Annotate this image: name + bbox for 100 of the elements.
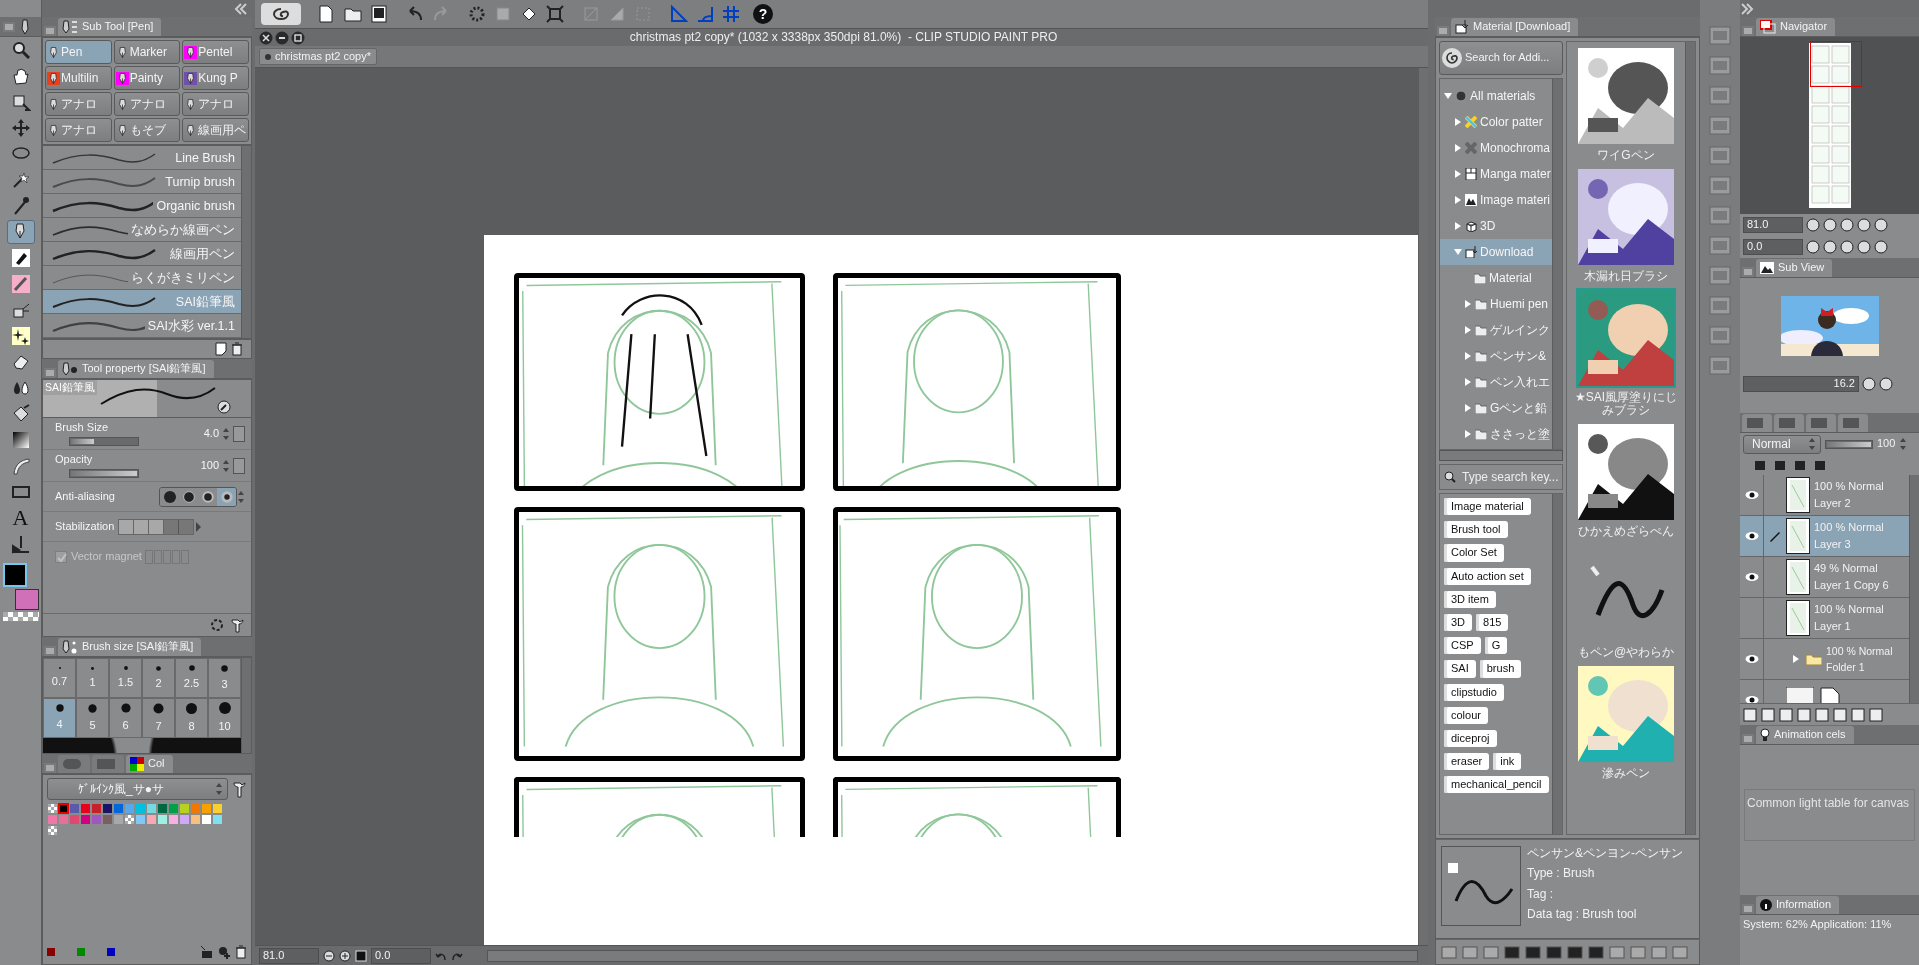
tag-button[interactable]: CSP	[1444, 637, 1481, 655]
sub-tool-button[interactable]: 線画用ペ	[182, 118, 249, 142]
sub-tool-button[interactable]: アナロ	[182, 92, 249, 116]
tag-button[interactable]: diceproj	[1444, 729, 1497, 748]
sub-tool-button[interactable]: アナロ	[113, 92, 181, 116]
brush-size-option[interactable]: 2	[142, 658, 175, 698]
thumbnail-caption: ★SAI風厚塗りにじみブラシ	[1573, 390, 1679, 419]
tree-item[interactable]: Huemi pen	[1440, 291, 1552, 317]
layer-mode: 100 % Normal	[1826, 644, 1893, 658]
property-value: 100	[200, 458, 219, 473]
panel-tab[interactable]: Sub View	[1756, 259, 1833, 277]
tag-button[interactable]: SAI	[1444, 660, 1476, 678]
panel-tab[interactable]: Material [Download]	[1451, 18, 1579, 36]
brush-size-option[interactable]: 1	[76, 658, 109, 698]
tree-item[interactable]: 3D	[1440, 213, 1552, 239]
layer-row[interactable]: 100 % Normal Layer 1	[1740, 598, 1909, 639]
rotation-field[interactable]: 0.0	[371, 947, 431, 964]
sub-tool-button[interactable]: Painty	[113, 66, 181, 90]
light-table-list: Common light table for canvas	[1744, 789, 1915, 842]
brush-size-option[interactable]: 2.5	[175, 658, 208, 698]
property-label: Brush Size	[55, 420, 110, 435]
sub-tool-button[interactable]: Multilin	[45, 66, 112, 90]
layer-mode: 49 % Normal	[1814, 562, 1879, 576]
search-field[interactable]: Type search key...	[1439, 464, 1563, 490]
tree-item[interactable]: Download	[1440, 239, 1552, 265]
tag-button[interactable]: brush	[1479, 660, 1522, 678]
panel-tab[interactable]: Information	[1756, 896, 1840, 914]
brush-size-option[interactable]: 3	[208, 658, 241, 698]
panel-tab[interactable]: Animation cels	[1756, 726, 1854, 744]
tag-button[interactable]: Brush tool	[1444, 521, 1508, 539]
tree-item[interactable]: ゲルインク	[1440, 317, 1552, 343]
thumbnail-caption: ひかえめざらぺん	[1578, 525, 1674, 539]
tag-button[interactable]: eraser	[1444, 753, 1490, 771]
tree-item[interactable]: Manga mater	[1440, 161, 1552, 187]
brush-list-item[interactable]: SAI鉛筆風	[43, 290, 241, 314]
document-tab[interactable]: christmas pt2 copy*	[259, 48, 377, 65]
brush-size-option[interactable]: 10	[208, 698, 241, 738]
info-text: Tag :	[1527, 886, 1554, 902]
text-tool-icon[interactable]: A	[12, 507, 29, 529]
layer-name: Folder 1	[1826, 660, 1866, 674]
tag-button[interactable]: clipstudio	[1444, 683, 1504, 701]
brush-size-option[interactable]: 4	[43, 698, 76, 738]
zoom-field[interactable]: 81.0	[1743, 217, 1803, 233]
blend-mode-dropdown[interactable]: Normal	[1743, 434, 1821, 454]
brush-size-option[interactable]: 0.7	[43, 658, 76, 698]
tag-button[interactable]: 3D	[1444, 613, 1473, 632]
panel-tab[interactable]: Tool property [SAI鉛筆風]	[58, 360, 214, 378]
layer-mode: 100 % Normal	[1814, 603, 1884, 617]
sub-tool-button[interactable]: Kung P	[182, 66, 249, 90]
tree-item[interactable]: Color patter	[1440, 109, 1552, 135]
tree-item[interactable]: Image materi	[1440, 187, 1552, 213]
zoom-field[interactable]: 16.2	[1743, 376, 1859, 392]
info-text: Type : Brush	[1527, 866, 1596, 881]
tool-button[interactable]: A	[6, 506, 35, 530]
property-value: 4.0	[203, 426, 219, 441]
opacity-value[interactable]: 100	[1877, 437, 1896, 451]
panel-tab[interactable]: Sub Tool [Pen]	[58, 18, 162, 36]
tag-button[interactable]: Auto action set	[1444, 567, 1531, 585]
sub-tool-button[interactable]: アナロ	[45, 118, 112, 142]
layer-row[interactable]: 100 % Normal Layer 3	[1740, 516, 1909, 557]
brush-size-option[interactable]: 8	[175, 698, 208, 738]
tag-button[interactable]: 815	[1476, 613, 1509, 632]
panel-tab[interactable]: Navigator	[1756, 18, 1836, 36]
help-button[interactable]: ?	[753, 4, 773, 24]
panel-tab[interactable]: Brush size [SAI鉛筆風]	[58, 638, 202, 656]
layer-row[interactable]: 49 % Normal Layer 1 Copy 6	[1740, 557, 1909, 598]
tree-item[interactable]: All materials	[1440, 83, 1552, 109]
brush-size-option[interactable]: 6	[109, 698, 142, 738]
zoom-field[interactable]: 81.0	[259, 947, 319, 964]
layer-name: Layer 2	[1814, 496, 1852, 510]
rotation-field[interactable]: 0.0	[1743, 239, 1803, 255]
sub-tool-button[interactable]: Pen	[45, 40, 112, 64]
sub-tool-button[interactable]: Marker	[113, 40, 181, 64]
property-label: Anti-aliasing	[55, 489, 116, 504]
tag-button[interactable]: 3D item	[1444, 590, 1496, 608]
brush-size-option[interactable]: 7	[142, 698, 175, 738]
tree-item[interactable]: Material	[1440, 265, 1552, 291]
brush-size-option[interactable]: 1.5	[109, 658, 142, 698]
layer-name: Layer 1 Copy 6	[1814, 578, 1889, 592]
tree-item[interactable]: ペンサン&	[1440, 343, 1552, 369]
tree-item[interactable]: ペン入れエ	[1440, 369, 1552, 395]
sub-tool-button[interactable]: Pentel	[182, 40, 249, 64]
layer-row[interactable]: 100 % Normal Folder 1	[1740, 639, 1909, 680]
tag-button[interactable]: mechanical_pencil	[1444, 776, 1549, 794]
tree-item[interactable]: Gペンと鉛	[1440, 395, 1552, 421]
tag-button[interactable]: ink	[1493, 753, 1522, 771]
search-button[interactable]: Search for Addi...	[1439, 41, 1563, 75]
tag-button[interactable]: colour	[1444, 706, 1488, 724]
tag-button[interactable]: Image material	[1444, 498, 1531, 516]
layer-row[interactable]: 100 % Normal Layer 2	[1740, 475, 1909, 516]
tag-button[interactable]: G	[1484, 637, 1508, 655]
tag-button[interactable]: Color Set	[1444, 544, 1504, 562]
tree-item[interactable]: ささっと塗	[1440, 421, 1552, 447]
tree-item[interactable]: Monochroma	[1440, 135, 1552, 161]
brush-size-option[interactable]: 5	[76, 698, 109, 738]
sub-tool-button[interactable]: もそブ	[113, 118, 181, 142]
panel-tab[interactable]: Col	[126, 755, 173, 773]
thumbnail-caption: 滲みペン	[1602, 766, 1650, 781]
sub-tool-button[interactable]: アナロ	[45, 92, 112, 116]
property-label: Vector magnet	[71, 550, 142, 564]
